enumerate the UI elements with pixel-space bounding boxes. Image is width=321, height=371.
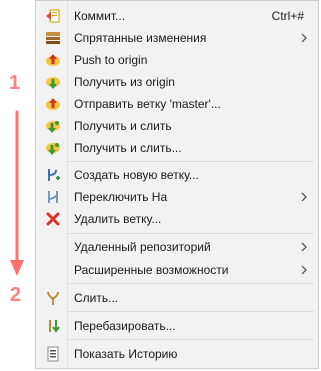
- menu-item-label: Коммит...: [74, 9, 126, 23]
- push-icon: [45, 52, 61, 68]
- menu-separator: [68, 161, 314, 162]
- menu-item-label: Перебазировать...: [74, 319, 176, 333]
- push-branch-icon: [45, 96, 61, 112]
- stash-icon: [45, 30, 61, 46]
- menu-item-rebase[interactable]: Перебазировать...: [36, 315, 318, 337]
- pull-dialog-icon: [45, 140, 61, 156]
- menu-item-show-history[interactable]: Показать Историю: [36, 343, 318, 365]
- menu-item-label: Push to origin: [74, 53, 148, 67]
- submenu-chevron-icon: [301, 192, 307, 202]
- submenu-chevron-icon: [301, 242, 307, 252]
- menu-item-label: Слить...: [74, 291, 119, 305]
- menu-item-push-branch[interactable]: Отправить ветку 'master'...: [36, 93, 318, 115]
- merge-icon: [45, 290, 61, 306]
- menu-item-label: Спрятанные изменения: [74, 31, 207, 45]
- commit-icon: [45, 8, 61, 24]
- history-icon: [45, 346, 61, 362]
- menu-item-remote-repository[interactable]: Удаленный репозиторий: [36, 236, 318, 258]
- menu-item-label: Получить и слить...: [74, 141, 182, 155]
- menu-item-commit[interactable]: Коммит... Ctrl+#: [36, 5, 318, 27]
- menu-item-advanced[interactable]: Расширенные возможности: [36, 259, 318, 281]
- menu-item-pull[interactable]: Получить и слить: [36, 115, 318, 137]
- fetch-icon: [45, 74, 61, 90]
- menu-item-label: Переключить На: [74, 190, 168, 204]
- menu-item-label: Получить и слить: [74, 119, 172, 133]
- menu-item-merge[interactable]: Слить...: [36, 287, 318, 309]
- delete-icon: [45, 211, 61, 227]
- menu-item-label: Показать Историю: [74, 347, 178, 361]
- menu-item-switch-to[interactable]: Переключить На: [36, 186, 318, 208]
- context-menu: Коммит... Ctrl+# Спрятанные изменения Pu…: [35, 0, 319, 369]
- menu-separator: [68, 233, 314, 234]
- menu-separator: [68, 311, 314, 312]
- menu-item-label: Отправить ветку 'master'...: [74, 97, 221, 111]
- submenu-chevron-icon: [301, 265, 307, 275]
- menu-item-fetch-from-origin[interactable]: Получить из origin: [36, 71, 318, 93]
- menu-item-delete-branch[interactable]: Удалить ветку...: [36, 208, 318, 230]
- menu-item-label: Расширенные возможности: [74, 263, 229, 277]
- switch-branch-icon: [45, 189, 61, 205]
- annotation-marker-1: 1: [9, 72, 21, 94]
- submenu-chevron-icon: [301, 33, 307, 43]
- menu-item-label: Удалить ветку...: [74, 212, 162, 226]
- annotation-down-arrow: [10, 110, 24, 276]
- menu-separator: [68, 283, 314, 284]
- shortcut-text: Ctrl+#: [271, 9, 304, 23]
- menu-item-label: Получить из origin: [74, 75, 175, 89]
- pull-icon: [45, 118, 61, 134]
- new-branch-icon: [45, 167, 61, 183]
- menu-item-label: Удаленный репозиторий: [74, 240, 211, 254]
- menu-item-create-branch[interactable]: Создать новую ветку...: [36, 164, 318, 186]
- rebase-icon: [45, 318, 61, 334]
- annotation-marker-2: 2: [10, 284, 22, 306]
- menu-item-stash[interactable]: Спрятанные изменения: [36, 27, 318, 49]
- menu-item-label: Создать новую ветку...: [74, 168, 199, 182]
- menu-item-push-to-origin[interactable]: Push to origin: [36, 49, 318, 71]
- menu-item-pull-dialog[interactable]: Получить и слить...: [36, 137, 318, 159]
- menu-separator: [68, 339, 314, 340]
